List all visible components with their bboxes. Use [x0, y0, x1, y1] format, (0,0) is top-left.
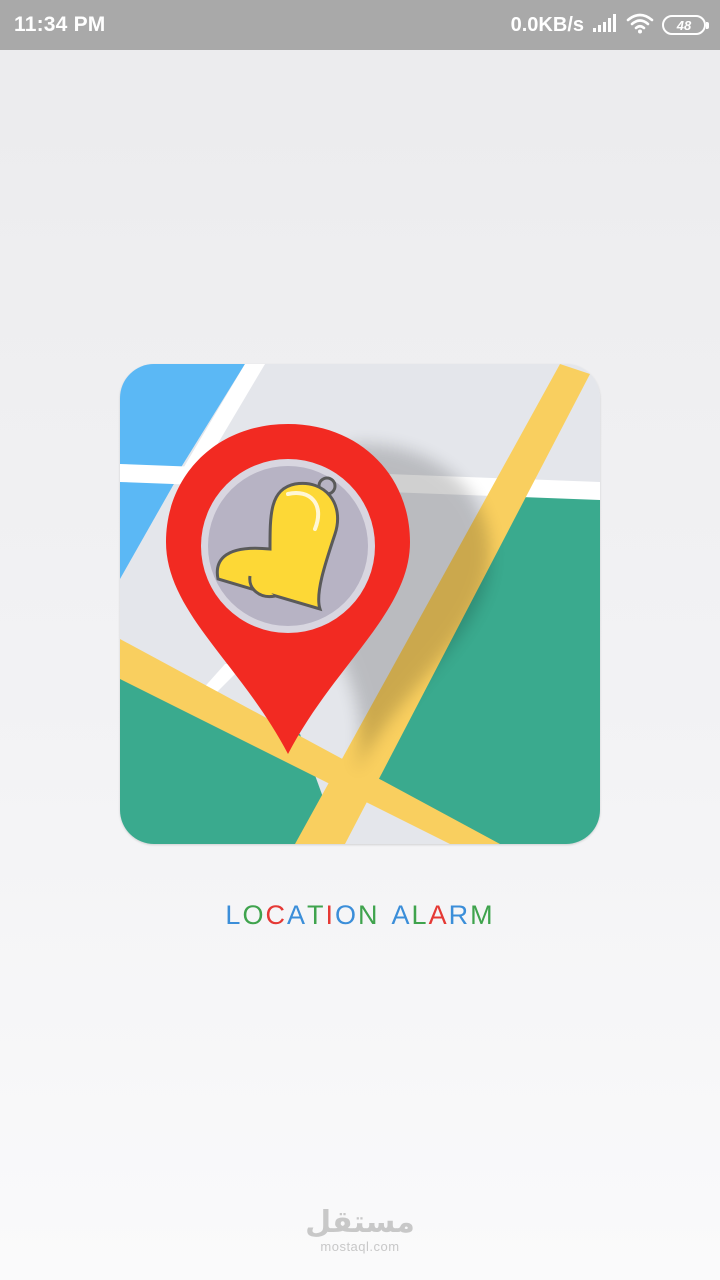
app-title-letter: I — [325, 900, 335, 930]
status-time: 11:34 PM — [14, 13, 106, 36]
app-title-letter: T — [306, 900, 326, 930]
app-title-letter: M — [470, 900, 495, 930]
app-title-letter: L — [225, 900, 243, 930]
app-logo — [120, 364, 600, 844]
app-title-letter: A — [428, 900, 449, 930]
app-title-letter: A — [391, 900, 412, 930]
map-pin-bell-icon — [120, 364, 600, 844]
wifi-icon — [626, 12, 654, 39]
watermark-url: mostaql.com — [320, 1239, 400, 1254]
status-indicators: 0.0KB/s 48 — [510, 12, 709, 39]
app-title-letter: O — [335, 900, 359, 930]
app-title-letter: L — [411, 900, 429, 930]
signal-icon — [592, 13, 618, 38]
battery-icon: 48 — [662, 15, 709, 35]
app-title-letter: N — [358, 900, 380, 930]
status-bar: 11:34 PM 0.0KB/s 48 — [0, 0, 720, 50]
app-title-letter: O — [242, 900, 266, 930]
watermark-logo: مستقل — [305, 1206, 415, 1239]
battery-level: 48 — [676, 17, 692, 33]
watermark: مستقل mostaql.com — [0, 1206, 720, 1254]
app-title-letter: A — [286, 900, 307, 930]
app-title-letter: C — [265, 900, 287, 930]
network-speed: 0.0KB/s — [510, 13, 584, 36]
app-title: LOCATION ALARM — [0, 900, 720, 931]
app-title-letter: R — [448, 900, 471, 930]
